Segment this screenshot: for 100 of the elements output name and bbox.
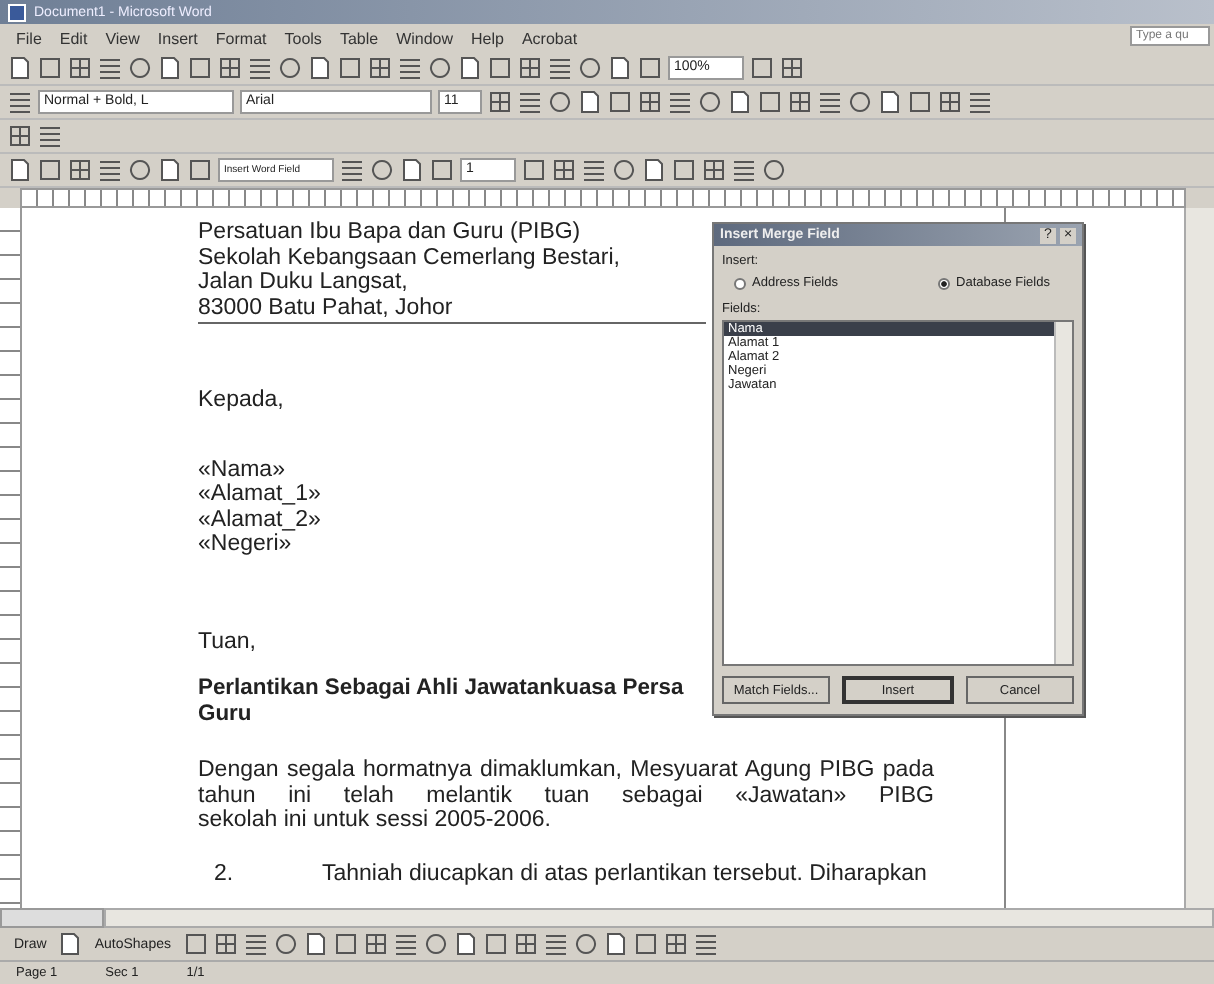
circle-icon[interactable] xyxy=(698,90,722,114)
circle-icon[interactable] xyxy=(848,90,872,114)
lines-icon[interactable] xyxy=(668,90,692,114)
page-icon[interactable] xyxy=(158,56,182,80)
lines-icon[interactable] xyxy=(98,158,122,182)
lines-icon[interactable] xyxy=(393,932,417,956)
lines-icon[interactable] xyxy=(518,90,542,114)
lines-icon[interactable] xyxy=(243,932,267,956)
page-icon[interactable] xyxy=(642,158,666,182)
lines-icon[interactable] xyxy=(582,158,606,182)
page-icon[interactable] xyxy=(878,90,902,114)
menu-item[interactable]: Acrobat xyxy=(521,29,578,47)
menu-item[interactable]: Format xyxy=(215,29,267,47)
menu-item[interactable]: Window xyxy=(396,29,454,47)
lines-icon[interactable] xyxy=(693,932,717,956)
menu-item[interactable]: Edit xyxy=(59,29,88,47)
lines-icon[interactable] xyxy=(818,90,842,114)
menu-item[interactable]: Tools xyxy=(284,29,322,47)
square-icon[interactable] xyxy=(483,932,507,956)
square-icon[interactable] xyxy=(638,56,662,80)
circle-icon[interactable] xyxy=(423,932,447,956)
menu-item[interactable]: Table xyxy=(339,29,379,47)
grid-icon[interactable] xyxy=(780,56,804,80)
horizontal-scrollbar[interactable] xyxy=(104,908,1214,928)
grid-icon[interactable] xyxy=(8,124,32,148)
circle-icon[interactable] xyxy=(548,90,572,114)
square-icon[interactable] xyxy=(750,56,774,80)
circle-icon[interactable] xyxy=(128,158,152,182)
page-icon[interactable] xyxy=(453,932,477,956)
menu-item[interactable]: Insert xyxy=(157,29,198,47)
grid-icon[interactable] xyxy=(518,56,542,80)
lines-icon[interactable] xyxy=(548,56,572,80)
square-icon[interactable] xyxy=(908,90,932,114)
square-icon[interactable] xyxy=(338,56,362,80)
square-icon[interactable] xyxy=(672,158,696,182)
radio-icon[interactable] xyxy=(734,277,746,289)
circle-icon[interactable] xyxy=(278,56,302,80)
grid-icon[interactable] xyxy=(638,90,662,114)
vertical-scrollbar[interactable] xyxy=(1184,208,1214,908)
square-icon[interactable] xyxy=(430,158,454,182)
lines-icon[interactable] xyxy=(340,158,364,182)
square-icon[interactable] xyxy=(188,158,212,182)
square-icon[interactable] xyxy=(38,158,62,182)
menu-item[interactable]: View xyxy=(105,29,140,47)
lines-icon[interactable] xyxy=(8,90,32,114)
grid-icon[interactable] xyxy=(68,158,92,182)
lines-icon[interactable] xyxy=(732,158,756,182)
circle-icon[interactable] xyxy=(428,56,452,80)
page-icon[interactable] xyxy=(8,158,32,182)
circle-icon[interactable] xyxy=(762,158,786,182)
lines-icon[interactable] xyxy=(98,56,122,80)
square-icon[interactable] xyxy=(183,932,207,956)
square-icon[interactable] xyxy=(38,56,62,80)
list-scrollbar[interactable] xyxy=(1054,322,1072,664)
grid-icon[interactable] xyxy=(702,158,726,182)
circle-icon[interactable] xyxy=(128,56,152,80)
grid-icon[interactable] xyxy=(68,56,92,80)
grid-icon[interactable] xyxy=(663,932,687,956)
circle-icon[interactable] xyxy=(573,932,597,956)
menu-item[interactable]: File xyxy=(16,29,42,47)
letterhead-line: Sekolah Kebangsaan Cemerlang Bestari, xyxy=(198,245,620,270)
grid-icon[interactable] xyxy=(488,90,512,114)
lines-icon[interactable] xyxy=(398,56,422,80)
square-icon[interactable] xyxy=(488,56,512,80)
lines-icon[interactable] xyxy=(248,56,272,80)
circle-icon[interactable] xyxy=(273,932,297,956)
square-icon[interactable] xyxy=(333,932,357,956)
grid-icon[interactable] xyxy=(218,56,242,80)
square-icon[interactable] xyxy=(608,90,632,114)
page-icon[interactable] xyxy=(458,56,482,80)
square-icon[interactable] xyxy=(522,158,546,182)
circle-icon[interactable] xyxy=(612,158,636,182)
page-icon[interactable] xyxy=(308,56,332,80)
square-icon[interactable] xyxy=(758,90,782,114)
radio-icon[interactable] xyxy=(938,277,951,289)
page-icon[interactable] xyxy=(158,158,182,182)
menu-item[interactable]: Help xyxy=(471,29,504,47)
page-icon[interactable] xyxy=(303,932,327,956)
page-icon[interactable] xyxy=(400,158,424,182)
lines-icon[interactable] xyxy=(543,932,567,956)
page-icon[interactable] xyxy=(58,932,83,956)
square-icon[interactable] xyxy=(633,932,657,956)
body-text: «Nama» «Alamat_1» «Alamat_2» «Negeri» xyxy=(198,457,323,557)
page-icon[interactable] xyxy=(578,90,602,114)
page-icon[interactable] xyxy=(608,56,632,80)
grid-icon[interactable] xyxy=(213,932,237,956)
grid-icon[interactable] xyxy=(513,932,537,956)
circle-icon[interactable] xyxy=(370,158,394,182)
page-icon[interactable] xyxy=(603,932,627,956)
square-icon[interactable] xyxy=(188,56,212,80)
lines-icon[interactable] xyxy=(968,90,992,114)
page-icon[interactable] xyxy=(8,56,32,80)
grid-icon[interactable] xyxy=(938,90,962,114)
grid-icon[interactable] xyxy=(363,932,387,956)
grid-icon[interactable] xyxy=(552,158,576,182)
lines-icon[interactable] xyxy=(38,124,62,148)
grid-icon[interactable] xyxy=(788,90,812,114)
circle-icon[interactable] xyxy=(578,56,602,80)
grid-icon[interactable] xyxy=(368,56,392,80)
page-icon[interactable] xyxy=(728,90,752,114)
